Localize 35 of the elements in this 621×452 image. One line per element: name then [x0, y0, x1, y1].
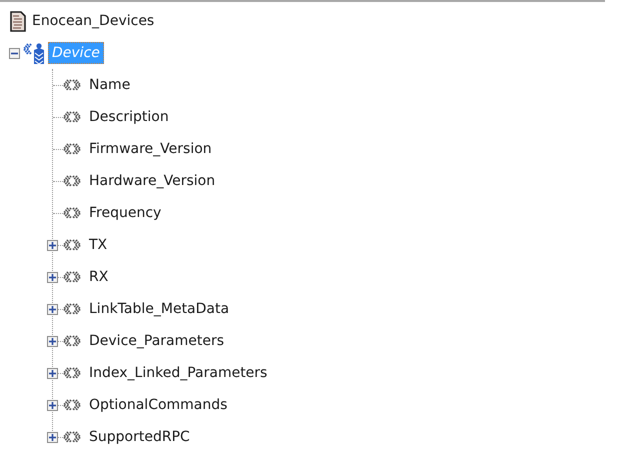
- expand-icon[interactable]: [47, 432, 58, 442]
- element-group-icon: [22, 41, 44, 65]
- tree-item[interactable]: Description: [86, 110, 172, 124]
- element-icon: [61, 366, 81, 380]
- expand-icon[interactable]: [47, 336, 58, 346]
- element-icon: [61, 142, 81, 156]
- element-icon: [61, 398, 81, 412]
- expand-icon[interactable]: [47, 304, 58, 314]
- tree-item[interactable]: Device_Parameters: [86, 334, 228, 348]
- element-icon: [61, 174, 81, 188]
- element-icon: [61, 110, 81, 124]
- tree-item[interactable]: OptionalCommands: [86, 398, 230, 412]
- tree-item[interactable]: Name: [86, 78, 134, 92]
- tree-item[interactable]: SupportedRPC: [86, 430, 193, 444]
- element-icon: [61, 206, 81, 220]
- document-icon: [10, 10, 26, 32]
- element-icon: [61, 334, 81, 348]
- element-icon: [61, 238, 81, 252]
- element-icon: [61, 78, 81, 92]
- tree-item[interactable]: Index_Linked_Parameters: [86, 366, 270, 380]
- tree-item[interactable]: Hardware_Version: [86, 174, 218, 188]
- expand-icon[interactable]: [47, 272, 58, 282]
- tree-item[interactable]: Enocean_Devices: [32, 14, 154, 28]
- element-icon: [61, 430, 81, 444]
- tree-item[interactable]: Firmware_Version: [86, 142, 215, 156]
- collapse-icon[interactable]: [9, 48, 20, 58]
- tree-item[interactable]: LinkTable_MetaData: [86, 302, 232, 316]
- element-icon: [61, 302, 81, 316]
- expand-icon[interactable]: [47, 240, 58, 250]
- tree-item[interactable]: RX: [86, 270, 112, 284]
- expand-icon[interactable]: [47, 368, 58, 378]
- expand-icon[interactable]: [47, 400, 58, 410]
- element-icon: [61, 270, 81, 284]
- tree-item[interactable]: TX: [86, 238, 110, 252]
- tree-item[interactable]: Frequency: [86, 206, 164, 220]
